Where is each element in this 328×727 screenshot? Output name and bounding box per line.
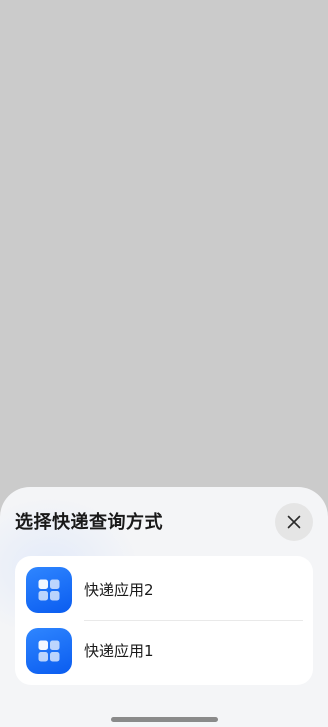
app-grid-icon	[26, 567, 72, 613]
sheet-title: 选择快递查询方式	[15, 512, 163, 533]
close-icon	[287, 515, 301, 529]
close-button[interactable]	[275, 503, 313, 541]
option-list: 快递应用2 快递应用1	[15, 556, 313, 685]
bottom-sheet: 选择快递查询方式 快递应用2 快递应用1	[0, 487, 328, 727]
option-express-app-1[interactable]: 快递应用1	[15, 620, 313, 682]
home-indicator[interactable]	[111, 717, 218, 722]
app-grid-icon	[26, 628, 72, 674]
option-express-app-2[interactable]: 快递应用2	[15, 559, 313, 621]
option-label: 快递应用1	[84, 642, 154, 660]
option-label: 快递应用2	[84, 581, 154, 599]
